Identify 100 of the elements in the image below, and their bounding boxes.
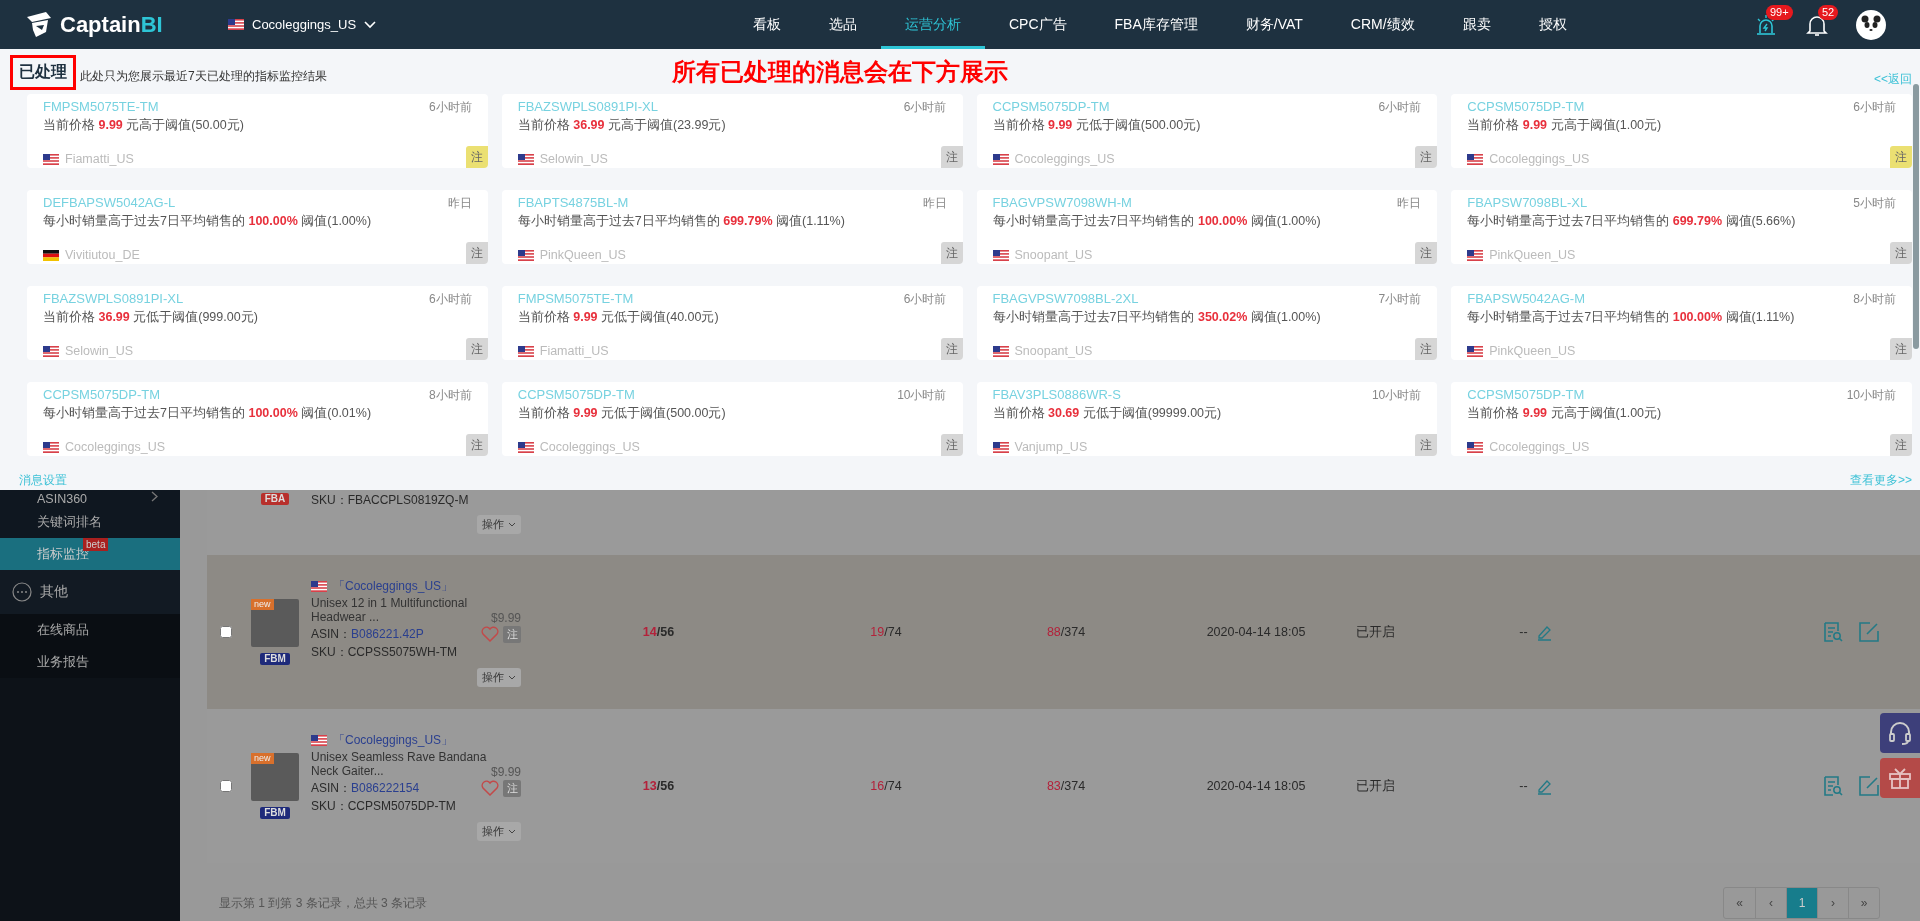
heart-icon[interactable] <box>481 780 499 796</box>
page-button[interactable]: « <box>1724 888 1755 918</box>
ratio-text: 16/74 <box>870 779 902 793</box>
us-flag-icon <box>1467 441 1484 453</box>
remark-text: -- <box>1519 625 1528 639</box>
note-button[interactable]: 注 <box>503 779 521 797</box>
store-name: Cocoleggings_US <box>539 440 640 454</box>
document-search-icon[interactable] <box>1822 621 1844 643</box>
sidebar-item[interactable]: 业务报告 <box>0 646 180 678</box>
store-name: Cocoleggings_US <box>65 440 166 454</box>
new-badge: new <box>251 599 274 610</box>
note-tag[interactable]: 注 <box>1890 146 1912 168</box>
message-text: 当前价格 9.99 元高于阈值(1.00元) <box>1467 405 1663 422</box>
action-dropdown[interactable]: 操作 <box>477 821 521 841</box>
ratio-text: 13/56 <box>642 779 675 793</box>
nav-tab[interactable]: FBA库存管理 <box>1090 0 1222 49</box>
note-tag[interactable]: 注 <box>1415 146 1438 168</box>
note-tag[interactable]: 注 <box>940 242 963 264</box>
note-tag[interactable]: 注 <box>465 338 488 360</box>
store-name: Fiamatti_US <box>539 344 609 358</box>
note-tag[interactable]: 注 <box>1890 434 1912 456</box>
store-selector[interactable]: Cocoleggings_US <box>228 17 377 32</box>
scrollbar-thumb[interactable] <box>1913 84 1919 349</box>
us-flag-icon <box>992 441 1009 453</box>
sku-text: SKU：CCPSM5075DP-TM <box>311 797 457 815</box>
sidebar-item[interactable]: ASIN360 <box>0 490 180 506</box>
ratio-text: 88/374 <box>1046 625 1086 639</box>
note-tag[interactable]: 注 <box>1415 242 1438 264</box>
nav-tab[interactable]: 选品 <box>805 0 881 49</box>
message-time: 6小时前 <box>429 99 472 116</box>
us-flag-icon <box>311 580 327 592</box>
store-link[interactable]: 「Cocoleggings_US」 <box>333 577 454 595</box>
store-name: Cocoleggings_US <box>1489 440 1590 454</box>
store-link[interactable]: 「Cocoleggings_US」 <box>333 731 454 749</box>
nav-tab[interactable]: 财务/VAT <box>1221 0 1327 49</box>
message-text: 当前价格 9.99 元低于阈值(500.00元) <box>517 405 727 422</box>
message-text: 当前价格 30.69 元低于阈值(99999.00元) <box>992 405 1223 422</box>
action-dropdown[interactable]: 操作 <box>477 667 521 687</box>
message-text: 每小时销量高于过去7日平均销售的 100.00% 阈值(1.00%) <box>992 213 1322 230</box>
panda-avatar-icon[interactable] <box>1856 9 1886 40</box>
us-flag-icon <box>517 249 534 261</box>
message-text: 当前价格 9.99 元高于阈值(1.00元) <box>1467 117 1663 134</box>
asin-text: ASIN：B086222154 <box>311 779 420 797</box>
note-button[interactable]: 注 <box>503 625 521 643</box>
edit-icon[interactable] <box>1858 775 1880 797</box>
message-time: 5小时前 <box>1853 195 1896 212</box>
nav-tab[interactable]: 授权 <box>1514 0 1591 49</box>
page-button[interactable]: 1 <box>1786 888 1817 918</box>
sidebar-item[interactable]: 在线商品 <box>0 614 180 646</box>
note-tag[interactable]: 注 <box>465 434 488 456</box>
gift-button[interactable] <box>1880 758 1920 798</box>
nav-tab[interactable]: 跟卖 <box>1438 0 1515 49</box>
message-time: 昨日 <box>922 195 947 212</box>
fulfillment-badge: FBM <box>260 653 290 665</box>
action-dropdown[interactable]: 操作 <box>477 515 521 534</box>
message-time: 6小时前 <box>1378 99 1422 116</box>
us-flag-icon <box>517 441 534 453</box>
product-title[interactable]: Unisex 12 in 1 Multifunctional Headwear ... <box>311 595 491 624</box>
store-name: Fiamatti_US <box>65 152 134 166</box>
panel-description: 此处只为您展示最近7天已处理的指标监控结果 <box>80 67 327 85</box>
note-tag[interactable]: 注 <box>940 146 963 168</box>
support-button[interactable] <box>1880 713 1920 753</box>
message-text: 当前价格 36.99 元低于阈值(999.00元) <box>43 309 259 326</box>
sidebar-item[interactable]: 关键词排名 <box>0 506 180 538</box>
panel-title: 已处理 <box>10 54 76 90</box>
product-title[interactable]: Unisex Seamless Rave Bandana Neck Gaiter... <box>311 749 491 778</box>
caret-icon <box>508 674 516 680</box>
message-text: 每小时销量高于过去7日平均销售的 699.79% 阈值(5.66%) <box>1467 213 1797 230</box>
row-checkbox[interactable] <box>220 626 232 638</box>
store-name: Vanjump_US <box>1014 440 1088 454</box>
note-tag[interactable]: 注 <box>1415 338 1438 360</box>
nav-tab[interactable]: CPC广告 <box>985 0 1091 49</box>
row-checkbox[interactable] <box>220 780 232 792</box>
heart-icon[interactable] <box>481 626 499 642</box>
message-time: 昨日 <box>447 195 472 212</box>
page-button[interactable]: › <box>1817 888 1848 918</box>
page-button[interactable]: » <box>1848 888 1879 918</box>
document-search-icon[interactable] <box>1822 775 1844 797</box>
status-text: 已开启 <box>1356 778 1395 793</box>
note-tag[interactable]: 注 <box>1415 434 1438 456</box>
message-text: 每小时销量高于过去7日平均销售的 699.79% 阈值(1.11%) <box>517 213 846 230</box>
note-tag[interactable]: 注 <box>940 338 963 360</box>
remark-text: -- <box>1519 779 1528 793</box>
fulfillment-badge: FBM <box>260 807 290 819</box>
note-tag[interactable]: 注 <box>940 434 963 456</box>
headset-icon <box>1887 720 1913 746</box>
note-tag[interactable]: 注 <box>1890 338 1912 360</box>
status-text: 已开启 <box>1356 624 1395 639</box>
nav-tab[interactable]: CRM/绩效 <box>1326 0 1439 49</box>
message-time: 昨日 <box>1397 195 1422 212</box>
nav-tab[interactable]: 看板 <box>729 0 805 49</box>
note-tag[interactable]: 注 <box>465 242 488 264</box>
more-dots-icon <box>12 582 32 602</box>
us-flag-icon <box>992 345 1009 357</box>
note-tag[interactable]: 注 <box>465 146 488 168</box>
product-price: $9.99 <box>490 764 521 779</box>
message-time: 6小时前 <box>1853 99 1896 116</box>
edit-icon[interactable] <box>1858 621 1880 643</box>
note-tag[interactable]: 注 <box>1890 242 1912 264</box>
sidebar-group[interactable]: 其他 <box>0 570 180 614</box>
